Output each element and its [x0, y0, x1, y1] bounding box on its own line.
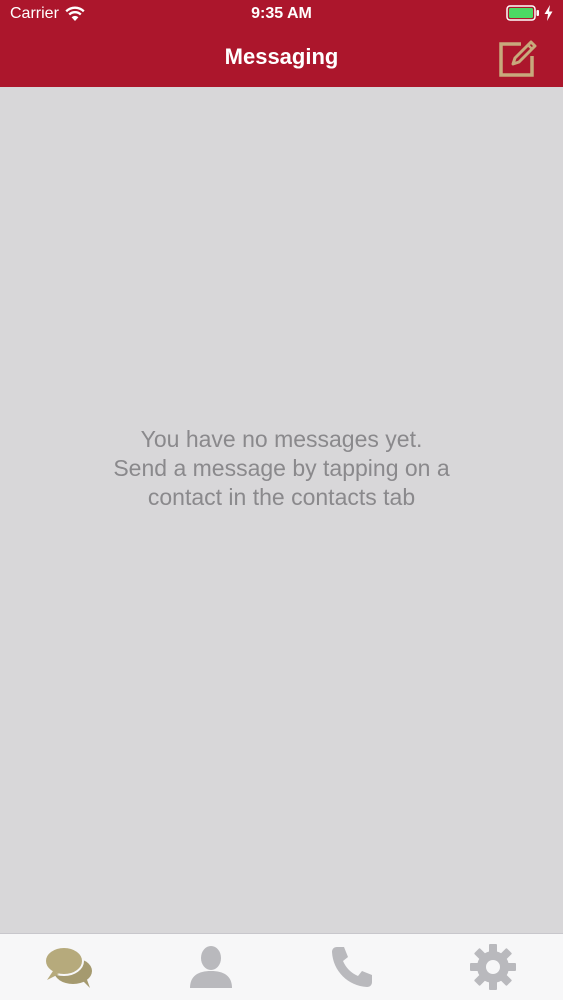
- gear-icon: [469, 944, 516, 990]
- tab-contacts[interactable]: [141, 934, 282, 1000]
- status-time: 9:35 AM: [251, 5, 312, 22]
- status-bar: Carrier 9:35 AM: [0, 0, 563, 28]
- tab-messages[interactable]: [0, 934, 141, 1000]
- charging-bolt-icon: [544, 5, 553, 21]
- compose-icon: [499, 40, 537, 77]
- empty-state-line-1: You have no messages yet.: [140, 426, 423, 452]
- battery-indicator: [506, 5, 553, 21]
- tab-bar: [0, 933, 563, 1000]
- person-icon: [190, 946, 233, 988]
- phone-icon: [331, 947, 372, 987]
- battery-icon: [506, 5, 539, 21]
- tab-settings[interactable]: [422, 934, 563, 1000]
- empty-state-line-2: Send a message by tapping on a: [113, 455, 450, 481]
- messaging-screen: Carrier 9:35 AM Messaging You have no me…: [0, 0, 563, 1000]
- empty-state-message: You have no messages yet. Send a message…: [40, 425, 523, 512]
- page-title: Messaging: [224, 44, 339, 69]
- empty-state-line-3: contact in the contacts tab: [147, 484, 416, 510]
- message-list-area: You have no messages yet. Send a message…: [0, 87, 563, 933]
- compose-button[interactable]: [495, 38, 539, 80]
- navigation-bar: Messaging: [0, 28, 563, 87]
- tab-calls[interactable]: [282, 934, 423, 1000]
- header: Carrier 9:35 AM Messaging: [0, 0, 563, 87]
- chat-bubbles-icon: [44, 946, 93, 988]
